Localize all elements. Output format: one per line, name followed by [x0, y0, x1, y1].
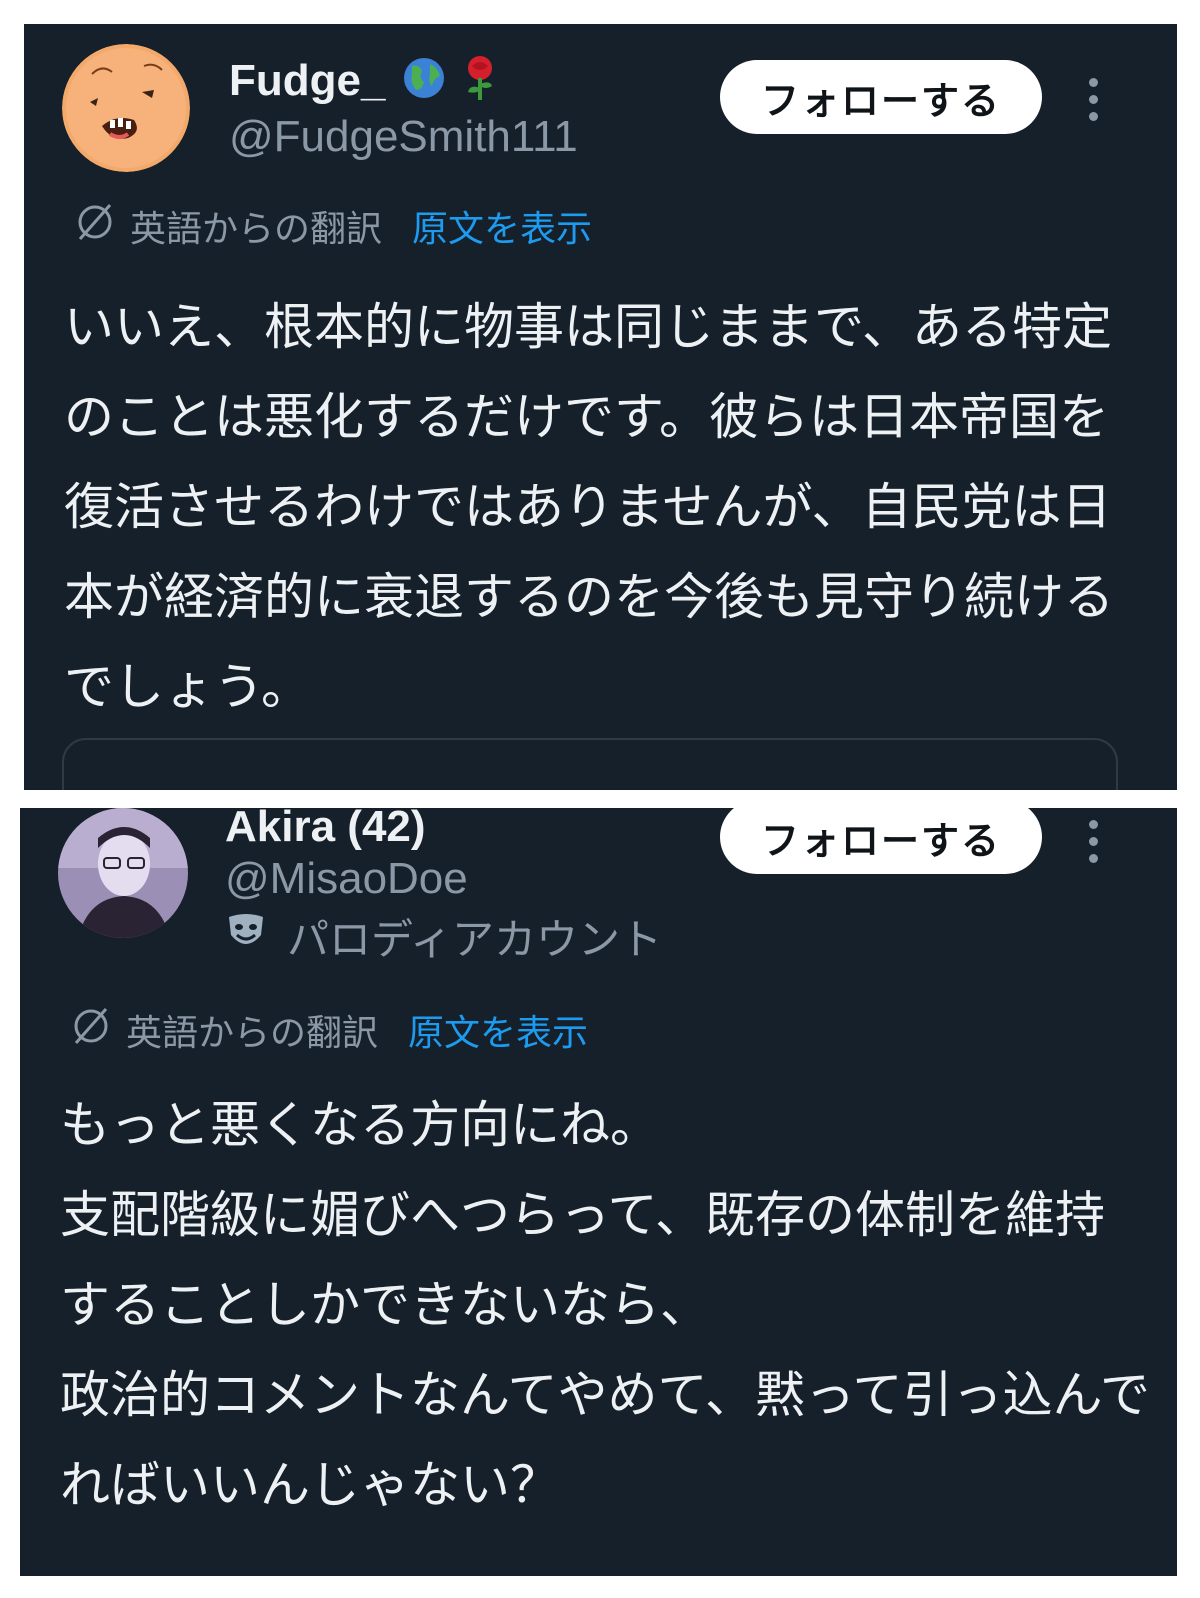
more-options-icon[interactable] — [1086, 820, 1100, 863]
translation-bar: 英語からの翻訳 原文を表示 — [70, 1004, 588, 1056]
translate-icon — [74, 201, 116, 252]
translation-note: 英語からの翻訳 — [130, 209, 383, 250]
follow-button[interactable]: フォローする — [720, 808, 1042, 874]
globe-icon — [402, 56, 446, 111]
avatar-fudge[interactable] — [62, 44, 190, 172]
translation-note: 英語からの翻訳 — [126, 1013, 379, 1054]
user-handle[interactable]: @FudgeSmith111 — [229, 112, 578, 162]
theater-mask-icon — [225, 911, 267, 963]
rose-icon — [462, 54, 498, 113]
post-text: もっと悪くなる方向にね。 支配階級に媚びへつらって、既存の体制を維持することしか… — [60, 1096, 1150, 1514]
parody-account-label: パロディアカウント — [225, 906, 662, 967]
post-text: いいえ、根本的に物事は同じままで、ある特定のことは悪化するだけです。彼らは日本帝… — [64, 298, 1114, 716]
show-original-link[interactable]: 原文を表示 — [408, 1004, 588, 1056]
translation-bar: 英語からの翻訳 原文を表示 — [74, 200, 592, 252]
display-name[interactable]: Akira (42) — [225, 808, 426, 852]
post-card-akira: Akira (42) @MisaoDoe フォローする パロディアカウント 英語… — [20, 808, 1177, 1576]
show-original-link[interactable]: 原文を表示 — [412, 200, 592, 252]
more-options-icon[interactable] — [1086, 78, 1100, 121]
user-handle[interactable]: @MisaoDoe — [225, 854, 468, 904]
parody-label-text: パロディアカウント — [287, 915, 663, 964]
follow-button[interactable]: フォローする — [720, 60, 1042, 134]
avatar-akira[interactable] — [58, 808, 188, 938]
display-name-text: Fudge_ — [229, 56, 386, 106]
display-name[interactable]: Fudge_ — [229, 54, 498, 113]
quoted-post-edge[interactable] — [62, 738, 1118, 790]
post-card-fudge: Fudge_ @FudgeSmith111 フォローする 英語からの翻訳 原文を… — [24, 24, 1177, 790]
translate-icon — [70, 1005, 112, 1056]
